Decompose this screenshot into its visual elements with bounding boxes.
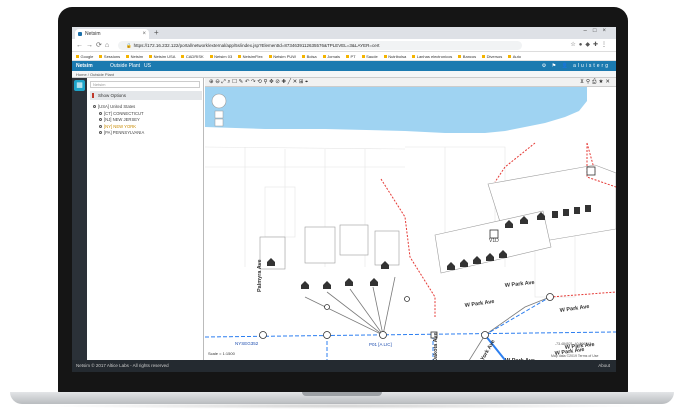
- map-right-tools[interactable]: ⊻⚲⎙★✕: [580, 78, 612, 86]
- netsim-favicon-icon: [78, 32, 82, 36]
- bookmark-item[interactable]: Bancos: [458, 54, 476, 59]
- lock-icon: 🔒: [126, 43, 132, 48]
- map-tool-icons[interactable]: ⊕⊖⤢⌕☐✎↶↷⟲⚲✥⊘✚╱✕⊞⌖: [209, 79, 310, 85]
- menu-region[interactable]: US: [144, 61, 151, 71]
- bookmark-item[interactable]: Auto: [508, 54, 521, 59]
- street-label: W Park Ave: [559, 304, 589, 314]
- workspace: ▦ Netsim Show Options [USA] United State…: [72, 78, 616, 360]
- map-canvas[interactable]: Park AveW Park AveW Park AveW Park AveW …: [205, 87, 616, 360]
- browser-tab[interactable]: Netsim ×: [75, 29, 149, 39]
- bookmark-item[interactable]: NetsimFlex: [238, 54, 263, 59]
- tree-panel: Netsim Show Options [USA] United States[…: [87, 78, 204, 360]
- water-body: [205, 87, 587, 133]
- bookmark-item[interactable]: Lanhas electronicos: [412, 54, 453, 59]
- bookmark-item[interactable]: Jornais: [323, 54, 340, 59]
- tree-node-label: [USA] United States: [98, 104, 136, 109]
- tree-node-label: [PA] PENNSYLVANIA: [104, 130, 145, 135]
- tree-node-label: [CT] CONNECTICUT: [104, 110, 144, 116]
- buildings: [259, 164, 616, 274]
- footer-about-link[interactable]: About: [598, 360, 610, 372]
- url-field[interactable]: 🔒 https://172.16.232.122/portal/network/e…: [118, 41, 522, 50]
- node-label-p01: P01 [A LIC]: [369, 342, 392, 347]
- bookmark-item[interactable]: Google: [76, 54, 94, 59]
- bookmark-item[interactable]: Netsim 03: [210, 54, 232, 59]
- tree-node-label: [NY] NEW YORK: [104, 123, 137, 129]
- extension-icons[interactable]: ☆●◆✚⋮: [570, 41, 610, 48]
- bookmark-item[interactable]: Saude: [362, 54, 378, 59]
- show-options-button[interactable]: Show Options: [90, 91, 202, 100]
- navigation-icons[interactable]: ←→⟳⌂: [76, 41, 112, 49]
- laptop-frame: Netsim × + –□× ←→⟳⌂ 🔒 https://172.16.232.…: [0, 0, 684, 412]
- bookmark-item[interactable]: Nutribolsa: [384, 54, 406, 59]
- bookmark-item[interactable]: Sessions: [99, 54, 120, 59]
- street-label: W Park Ave: [505, 280, 535, 289]
- map-attribution: Map data ©2019 Terms of Use: [551, 354, 599, 358]
- node-label-nyseg: NYSEG352: [235, 341, 259, 346]
- map-view[interactable]: ⊕⊖⤢⌕☐✎↶↷⟲⚲✥⊘✚╱✕⊞⌖ ⊻⚲⎙★✕ W Park Ave W Par…: [205, 78, 616, 360]
- node-label-v1d: V1D: [489, 238, 499, 244]
- bookmark-item[interactable]: PT: [346, 54, 356, 59]
- new-tab-icon[interactable]: +: [154, 28, 159, 37]
- state-node-icon: [99, 118, 102, 122]
- coords-label: -73.484521, 40.896317: [555, 342, 591, 346]
- street-label: New York Ave: [474, 339, 497, 360]
- map-toolbar: ⊕⊖⤢⌕☐✎↶↷⟲⚲✥⊘✚╱✕⊞⌖ ⊻⚲⎙★✕: [205, 78, 616, 87]
- laptop-screen: Netsim × + –□× ←→⟳⌂ 🔒 https://172.16.232.…: [72, 27, 616, 372]
- bookmark-item[interactable]: Bolsa: [302, 54, 317, 59]
- street-label: Dakota Ave: [433, 332, 439, 360]
- state-node-icon: [99, 124, 102, 128]
- url-text: https://172.16.232.122/portal/network/ex…: [133, 43, 380, 48]
- window-controls[interactable]: –□×: [584, 28, 612, 34]
- breadcrumb[interactable]: Home / Outside Plant: [72, 71, 616, 78]
- browser-tabbar: Netsim × + –□×: [72, 27, 616, 39]
- state-node-icon: [99, 111, 102, 115]
- footer-copyright: Netsim © 2017 Altice Labs - All rights r…: [76, 363, 169, 368]
- laptop-shadow: [40, 403, 644, 409]
- search-input[interactable]: Netsim: [90, 81, 200, 88]
- street-label: Palmyra Ave: [257, 259, 263, 292]
- bookmark-item[interactable]: Diversos: [482, 54, 503, 59]
- bookmark-item[interactable]: Netsim USA: [149, 54, 176, 59]
- bookmark-item[interactable]: CADRISK: [181, 54, 204, 59]
- close-tab-icon[interactable]: ×: [142, 29, 146, 39]
- laptop-notch: [302, 392, 382, 396]
- menu-outside-plant[interactable]: Outside Plant: [110, 61, 140, 71]
- app-logo[interactable]: Netsim: [76, 61, 93, 71]
- user-name: aluisterg: [573, 63, 610, 69]
- location-tree: [USA] United States [CT] CONNECTICUT [NJ] …: [93, 104, 144, 137]
- header-user-area[interactable]: ⚙ ⚑ 👤 aluisterg: [542, 61, 610, 71]
- scale-label: Scale = 1:1500: [208, 351, 236, 356]
- bookmark-item[interactable]: Netsim PUW: [269, 54, 296, 59]
- address-bar: ←→⟳⌂ 🔒 https://172.16.232.122/portal/netw…: [72, 39, 616, 52]
- browser-tab-title: Netsim: [85, 31, 101, 37]
- street-label: W Park Ave: [464, 299, 494, 309]
- map-icon[interactable]: ▦: [74, 80, 85, 91]
- tree-node[interactable]: [PA] PENNSYLVANIA: [93, 130, 144, 137]
- app-header: Netsim Outside Plant US ⚙ ⚑ 👤 aluisterg: [72, 61, 616, 71]
- bookmarks-bar: Google Sessions Netsim Netsim USA CADRISK Net…: [72, 52, 616, 61]
- country-node-icon: [93, 105, 96, 109]
- state-node-icon: [99, 131, 102, 135]
- app-footer: Netsim © 2017 Altice Labs - All rights r…: [72, 360, 616, 372]
- bookmark-item[interactable]: Netsim: [126, 54, 143, 59]
- left-rail: ▦: [72, 78, 87, 360]
- tree-node-label: [NJ] NEW JERSEY: [104, 117, 140, 122]
- street-labels: Park AveW Park AveW Park AveW Park AveW …: [257, 259, 595, 360]
